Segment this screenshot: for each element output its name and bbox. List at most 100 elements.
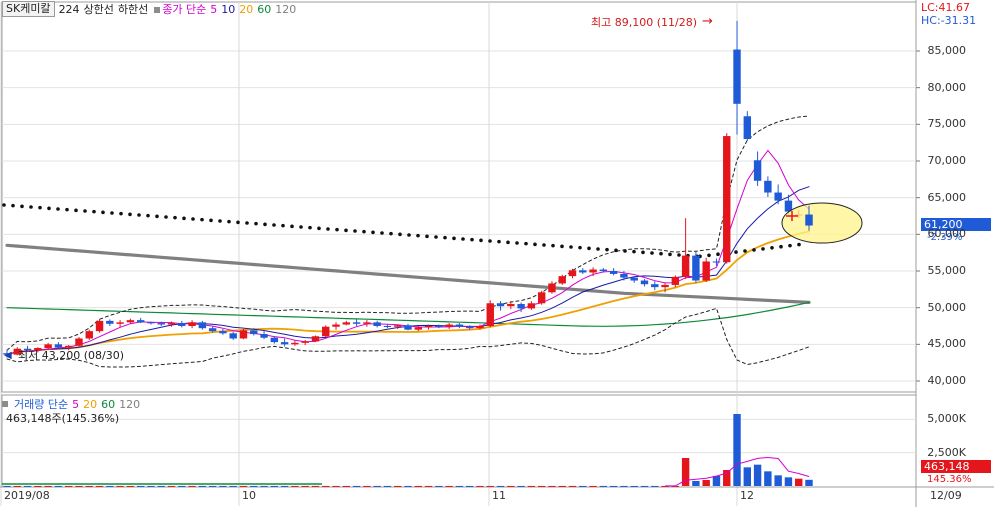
upper-limit-dot	[716, 252, 720, 256]
volume-bar	[640, 485, 649, 487]
volume-bar	[651, 485, 659, 487]
price-tick-label: 40,000	[927, 374, 967, 387]
volume-bar	[455, 485, 464, 487]
upper-limit-dot	[155, 214, 159, 219]
volume-bar	[733, 414, 741, 486]
candle-body	[537, 292, 546, 304]
upper-limit-dot	[788, 243, 792, 248]
volume-bar	[424, 485, 433, 487]
candle-body	[178, 323, 186, 326]
low-arrow-icon: ◀	[4, 350, 12, 361]
volume-bar	[332, 485, 340, 487]
upper-limit-dot	[650, 251, 654, 255]
volume-bar	[136, 485, 145, 487]
volume-bar	[784, 477, 793, 486]
date-tick-label: 12	[740, 489, 754, 502]
candle-body	[291, 342, 299, 345]
candle-body	[85, 331, 93, 339]
volume-bar	[322, 485, 330, 487]
candle-body	[568, 270, 577, 277]
candle-body	[64, 345, 73, 348]
vma5-legend: 5	[72, 397, 80, 411]
upper-limit-dot	[761, 247, 765, 251]
volume-bar	[270, 485, 279, 487]
volume-bar	[64, 485, 73, 487]
volume-bar	[589, 485, 597, 487]
volume-bar	[147, 485, 155, 487]
volume-bar	[743, 467, 752, 486]
candle-body	[548, 283, 556, 293]
vma120-legend: 120	[119, 397, 141, 411]
upper-limit-dot	[533, 242, 537, 247]
vol-legend-text: 거래량 단순	[14, 398, 69, 411]
candle-body	[260, 334, 268, 338]
stock-chart[interactable]: SK케미칼 224 상한선 하한선 종가 단순 5 10 20 60 120 L…	[0, 0, 994, 507]
candle-body	[229, 333, 237, 339]
upper-limit-dot	[245, 221, 249, 225]
candle-body	[435, 326, 443, 327]
volume-bar	[208, 485, 217, 487]
volume-bar	[157, 485, 165, 487]
volume-bar	[106, 485, 114, 487]
candle-body	[322, 326, 330, 337]
upper-limit-dot	[146, 213, 150, 218]
upper-limit-dot	[281, 223, 285, 228]
upper-limit-dot	[272, 223, 276, 227]
upper-limit-dot	[551, 243, 555, 248]
upper-limit-dot	[326, 227, 330, 231]
candle-body	[188, 322, 196, 326]
legend-square-icon	[154, 7, 161, 13]
upper-limit-dot	[29, 205, 33, 209]
upper-limit-dot	[605, 247, 609, 252]
candle-body	[373, 322, 381, 326]
upper-limit-dot	[668, 252, 672, 257]
hc-indicator: HC:-31.31	[921, 14, 977, 27]
ma120-legend: 120	[275, 2, 297, 16]
upper-limit-dot	[209, 218, 213, 223]
volume-bar	[280, 485, 289, 487]
ma5-legend: 5	[210, 2, 218, 16]
count-label: 224	[58, 2, 80, 16]
candle-body	[136, 320, 145, 323]
volume-bar	[54, 485, 63, 487]
date-tick-label: 11	[492, 489, 506, 502]
volume-bar	[507, 485, 515, 487]
upper-limit-dot	[299, 225, 303, 229]
volume-bar	[404, 485, 412, 487]
candle-body	[95, 320, 104, 332]
candle-body	[527, 303, 536, 309]
volume-bar	[496, 485, 505, 487]
candle-body	[167, 323, 176, 325]
high-annotation: 최고 89,100 (11/28)	[591, 16, 698, 29]
volume-bar	[753, 464, 762, 486]
upper-limit-dot	[398, 232, 402, 237]
volume-bar	[34, 485, 42, 487]
price-tick-label: 55,000	[927, 264, 967, 277]
upper-limit-dot	[743, 249, 747, 253]
volume-bar	[609, 485, 618, 487]
volume-bar	[229, 485, 237, 487]
upper-limit-dot	[434, 235, 438, 239]
candle-body	[692, 255, 700, 281]
candle-body	[301, 341, 309, 343]
volume-bar	[126, 485, 135, 487]
upper-limit-dot	[191, 217, 195, 221]
volume-bar	[712, 475, 721, 486]
volume-bar	[486, 485, 494, 487]
ma-legend-text: 종가 단순	[162, 3, 207, 16]
upper-limit-dot	[344, 228, 348, 233]
candle-body	[465, 326, 474, 329]
volume-bar	[373, 485, 381, 487]
volume-bar	[352, 485, 361, 487]
upper-limit-dot	[623, 249, 627, 253]
upper-limit-dot	[641, 250, 645, 255]
upper-limit-dot	[74, 208, 78, 213]
upper-band-line	[6, 115, 810, 351]
stock-name[interactable]: SK케미칼	[2, 1, 55, 17]
upper-limit-dot	[128, 212, 132, 217]
volume-legend: 거래량 단순 5 20 60 120	[2, 396, 140, 412]
volume-bar	[198, 485, 207, 487]
volume-bar	[774, 475, 782, 486]
volume-bar	[568, 485, 577, 487]
volume-bar	[239, 485, 248, 487]
